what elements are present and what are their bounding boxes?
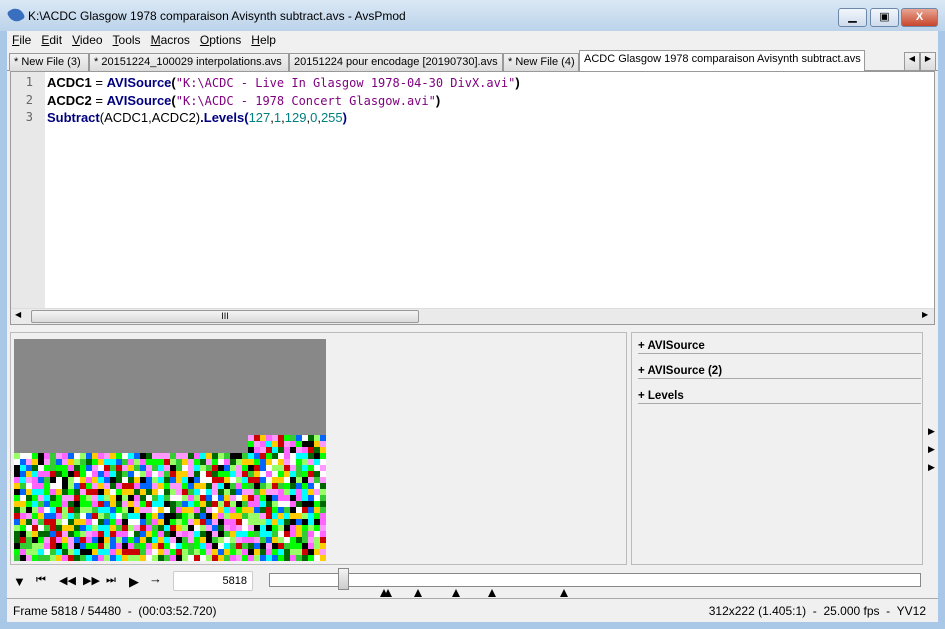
play-icon[interactable]: ▶ [129, 574, 139, 590]
script-editor[interactable]: 1 2 3 ACDC1 = AVISource("K:\ACDC - Live … [10, 71, 935, 325]
next-frame-icon[interactable]: ▶▶ [83, 574, 100, 587]
app-icon [6, 5, 26, 25]
previous-frame-icon[interactable]: ◀◀ [59, 574, 76, 587]
paren: ) [435, 93, 441, 108]
tab-new-file-4[interactable]: * New File (4) [503, 53, 579, 71]
last-frame-icon[interactable]: ⏭ [106, 574, 116, 587]
scroll-right-icon[interactable]: ▶ [922, 310, 928, 319]
string-literal: "K:\ACDC - 1978 Concert Glasgow.avi" [175, 94, 436, 108]
tab-interpolations[interactable]: * 20151224_100029 interpolations.avs [89, 53, 289, 71]
arrow-right-icon[interactable]: ▶ [928, 444, 935, 455]
arrow-right-icon[interactable]: ▶ [928, 426, 935, 437]
minimize-button[interactable]: ▁ [838, 8, 867, 27]
bookmark-marker[interactable] [384, 589, 392, 597]
variable: ACDC2 [47, 93, 92, 108]
tab-acdc-subtract[interactable]: ACDC Glasgow 1978 comparaison Avisynth s… [579, 50, 865, 71]
video-preview-panel [10, 332, 627, 565]
playback-controls: ▼ ⏮ ◀◀ ▶▶ ⏭ ▶ → 5818 [7, 568, 938, 598]
code-line[interactable]: ACDC2 = AVISource("K:\ACDC - 1978 Concer… [47, 93, 440, 108]
string-literal: "K:\ACDC - Live In Glasgow 1978-04-30 Di… [175, 76, 516, 90]
bookmarks-bar [269, 568, 921, 598]
menu-file[interactable]: File [7, 31, 36, 47]
arrow-right-icon[interactable]: ▶ [928, 462, 935, 473]
filter-sliders-panel: + AVISource + AVISource (2) + Levels [631, 332, 923, 565]
menu-macros[interactable]: Macros [146, 31, 195, 47]
tab-pour-encodage[interactable]: 20151224 pour encodage [20190730].avs [289, 53, 503, 71]
menu-tools[interactable]: Tools [108, 31, 146, 47]
paren: ) [515, 75, 520, 90]
paren: ) [342, 110, 347, 125]
main-window: File Edit Video Tools Macros Options Help * Ne… [7, 31, 938, 622]
video-frame[interactable] [14, 339, 326, 561]
scroll-left-icon[interactable]: ◀ [15, 310, 21, 319]
variable: ACDC1 [47, 75, 92, 90]
tab-scroll-right-icon[interactable]: ▶ [920, 52, 936, 70]
filter-section-avisource-2[interactable]: + AVISource (2) [638, 365, 921, 379]
menu-video[interactable]: Video [67, 31, 107, 47]
filter-section-levels[interactable]: + Levels [638, 390, 921, 404]
frame-number-input[interactable]: 5818 [173, 571, 253, 591]
scrollbar-thumb[interactable]: III [31, 310, 419, 323]
title-bar: K:\ACDC Glasgow 1978 comparaison Avisynt… [0, 0, 945, 31]
function-name: Subtract [47, 110, 100, 125]
goto-frame-icon[interactable]: → [149, 571, 162, 586]
horizontal-scrollbar[interactable]: ◀ III ▶ [11, 308, 934, 324]
operator: = [91, 75, 107, 90]
line-number: 3 [25, 110, 33, 124]
tab-scroll-left-icon[interactable]: ◀ [904, 52, 920, 70]
first-frame-icon[interactable]: ⏮ [36, 574, 46, 587]
bookmark-marker[interactable] [414, 589, 422, 597]
menu-help[interactable]: Help [246, 31, 281, 47]
close-button[interactable]: X [901, 8, 938, 27]
function-name: .Levels [200, 110, 245, 125]
status-frame-info: Frame 5818 / 54480 - (00:03:52.720) [13, 604, 217, 618]
number: 255 [320, 110, 343, 125]
filter-section-avisource[interactable]: + AVISource [638, 340, 921, 354]
function-name: AVISource [106, 75, 172, 90]
operator: = [91, 93, 107, 108]
window-title: K:\ACDC Glasgow 1978 comparaison Avisynt… [28, 9, 406, 23]
status-video-info: 312x222 (1.405:1) - 25.000 fps - YV12 [708, 604, 926, 618]
status-bar: Frame 5818 / 54480 - (00:03:52.720) 312x… [7, 598, 938, 622]
arguments: (ACDC1,ACDC2) [99, 110, 201, 125]
code-line[interactable]: ACDC1 = AVISource("K:\ACDC - Live In Gla… [47, 75, 520, 90]
number: 129 [284, 110, 307, 125]
bookmark-marker[interactable] [452, 589, 460, 597]
tab-new-file-3[interactable]: * New File (3) [9, 53, 89, 71]
line-number: 1 [25, 75, 33, 89]
tab-bar: * New File (3) * 20151224_100029 interpo… [7, 50, 938, 71]
number: 127 [248, 110, 271, 125]
bookmark-marker[interactable] [488, 589, 496, 597]
bookmark-marker[interactable] [560, 589, 568, 597]
menu-bar: File Edit Video Tools Macros Options Help [7, 31, 938, 50]
menu-edit[interactable]: Edit [36, 31, 67, 47]
line-number: 2 [25, 93, 33, 107]
function-name: AVISource [106, 93, 172, 108]
menu-options[interactable]: Options [195, 31, 246, 47]
maximize-button[interactable]: ▣ [870, 8, 899, 27]
toggle-preview-icon[interactable]: ▼ [13, 574, 26, 589]
code-line[interactable]: Subtract(ACDC1,ACDC2).Levels(127,1,129,0… [47, 110, 347, 125]
line-number-gutter: 1 2 3 [11, 72, 45, 308]
